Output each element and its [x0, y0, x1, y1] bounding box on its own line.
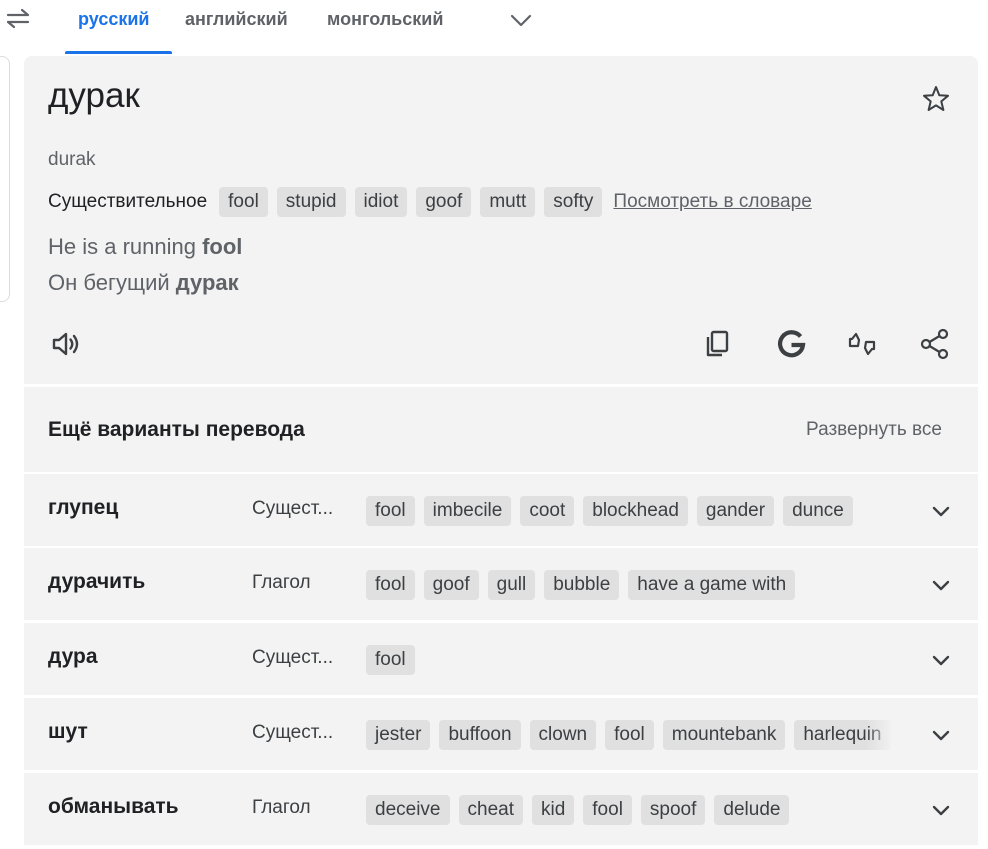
part-of-speech: Существительное	[48, 191, 208, 212]
translation-chip[interactable]: mountebank	[662, 720, 786, 750]
translation-chip[interactable]: blockhead	[583, 496, 688, 526]
row-word: обманывать	[48, 795, 179, 818]
chevron-down-icon[interactable]	[930, 724, 952, 746]
expand-all-button[interactable]: Развернуть все	[806, 419, 942, 441]
translation-row[interactable]: глупец Сущест... fool imbecile coot bloc…	[24, 474, 978, 546]
swap-arrows-icon[interactable]	[4, 6, 32, 30]
row-chips: fool	[366, 643, 906, 677]
row-part-of-speech: Глагол	[252, 572, 311, 593]
example-text: He is a running	[48, 234, 203, 259]
google-icon[interactable]	[773, 326, 809, 362]
translation-chip[interactable]: fool	[366, 570, 415, 600]
row-chips: jester buffoon clown fool mountebank har…	[366, 718, 906, 752]
translation-chip[interactable]: deceive	[366, 795, 450, 825]
tab-russian[interactable]: русский	[78, 9, 149, 30]
more-translations-title: Ещё варианты перевода	[48, 418, 305, 441]
translation-chip[interactable]: fool	[366, 645, 415, 675]
overflow-fade	[866, 714, 908, 754]
tab-mongolian[interactable]: монгольский	[327, 9, 443, 30]
row-part-of-speech: Сущест...	[252, 498, 334, 519]
share-icon[interactable]	[917, 326, 953, 362]
example-highlight: fool	[202, 234, 243, 259]
translation-chip[interactable]: spoof	[640, 795, 706, 825]
translation-row[interactable]: дура Сущест... fool	[24, 623, 978, 695]
chevron-down-icon[interactable]	[930, 500, 952, 522]
translation-chip[interactable]: gander	[696, 496, 775, 526]
translation-chip[interactable]: have a game with	[628, 570, 796, 600]
translation-chip[interactable]: coot	[520, 496, 575, 526]
row-chips: deceive cheat kid fool spoof delude	[366, 793, 906, 827]
row-part-of-speech: Сущест...	[252, 647, 334, 668]
translation-chip[interactable]: goof	[423, 570, 479, 600]
translation-chip[interactable]: fool	[219, 187, 268, 217]
chevron-down-icon[interactable]	[930, 799, 952, 821]
chevron-down-icon[interactable]	[930, 574, 952, 596]
dictionary-link[interactable]: Посмотреть в словаре	[613, 191, 811, 213]
more-translations-header: Ещё варианты перевода Развернуть все	[24, 387, 978, 472]
translation-chip[interactable]: idiot	[354, 187, 408, 217]
transliteration: durak	[48, 149, 96, 170]
row-part-of-speech: Сущест...	[252, 722, 334, 743]
row-word: дурачить	[48, 570, 146, 593]
active-tab-indicator	[65, 51, 172, 54]
translation-chip[interactable]: delude	[714, 795, 790, 825]
row-chips: fool goof gull bubble have a game with	[366, 568, 906, 602]
translation-chip[interactable]: fool	[605, 720, 654, 750]
star-icon[interactable]	[920, 83, 952, 115]
speaker-icon[interactable]	[48, 326, 84, 362]
translation-chip[interactable]: stupid	[276, 187, 346, 217]
headword: дурак	[48, 76, 140, 115]
translation-chip[interactable]: dunce	[783, 496, 853, 526]
tab-english[interactable]: английский	[185, 9, 288, 30]
translation-chip[interactable]: fool	[366, 496, 415, 526]
translation-chip[interactable]: goof	[416, 187, 472, 217]
translation-row[interactable]: шут Сущест... jester buffoon clown fool …	[24, 698, 978, 770]
translation-chip[interactable]: buffoon	[439, 720, 521, 750]
primary-translations: Существительное fool stupid idiot goof m…	[48, 186, 812, 218]
row-part-of-speech: Глагол	[252, 797, 311, 818]
translation-chip[interactable]: mutt	[480, 187, 536, 217]
source-panel-edge	[0, 56, 10, 302]
row-word: глупец	[48, 496, 119, 519]
chevron-down-icon[interactable]	[930, 649, 952, 671]
translation-chip[interactable]: bubble	[544, 570, 620, 600]
row-chips: fool imbecile coot blockhead gander dunc…	[366, 494, 906, 528]
feedback-icon[interactable]	[844, 326, 880, 362]
translation-chip[interactable]: kid	[531, 795, 575, 825]
translation-chip[interactable]: fool	[583, 795, 632, 825]
translation-chip[interactable]: jester	[366, 720, 431, 750]
row-word: дура	[48, 645, 98, 668]
chevron-down-icon[interactable]	[508, 8, 534, 32]
overflow-fade	[866, 490, 908, 530]
translation-chip[interactable]: clown	[529, 720, 597, 750]
example-russian: Он бегущий дурак	[48, 270, 239, 296]
translation-row[interactable]: дурачить Глагол fool goof gull bubble ha…	[24, 548, 978, 620]
row-word: шут	[48, 720, 88, 743]
example-english: He is a running fool	[48, 234, 242, 260]
translation-chip[interactable]: cheat	[458, 795, 523, 825]
example-text: Он бегущий	[48, 270, 176, 295]
translation-chip[interactable]: gull	[487, 570, 536, 600]
example-highlight: дурак	[175, 270, 239, 295]
translation-chip[interactable]: imbecile	[423, 496, 512, 526]
translation-row[interactable]: обманывать Глагол deceive cheat kid fool…	[24, 773, 978, 845]
translation-chip[interactable]: softy	[544, 187, 603, 217]
translation-card: дурак durak Существительное fool stupid …	[24, 56, 978, 384]
copy-icon[interactable]	[700, 326, 736, 362]
